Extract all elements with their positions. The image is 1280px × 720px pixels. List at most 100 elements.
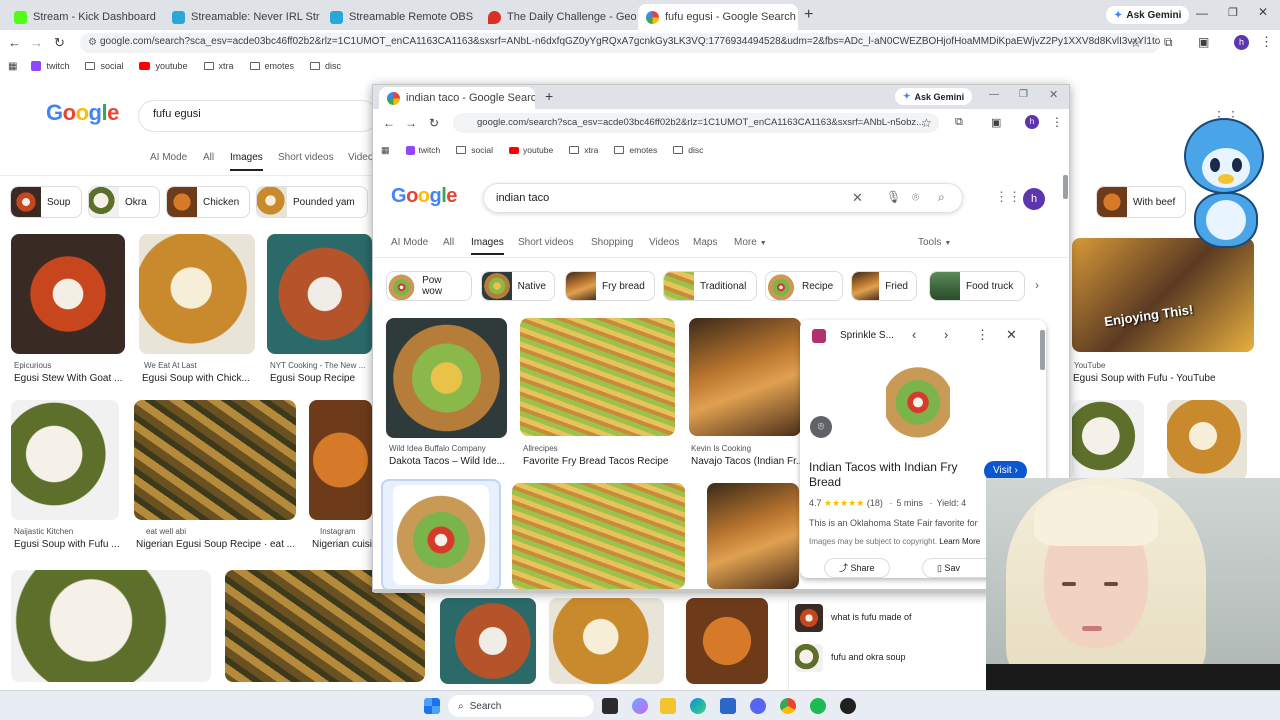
ask-gemini-button[interactable]: ✦ Ask Gemini xyxy=(895,88,973,105)
site-info-icon[interactable]: ⚙ xyxy=(88,37,97,48)
result-video-thumbnail[interactable]: Enjoying This! xyxy=(1072,238,1254,352)
task-view-icon[interactable] xyxy=(602,698,618,714)
nav-maps[interactable]: Maps xyxy=(693,237,717,248)
close-icon[interactable]: ✕ xyxy=(473,10,478,24)
vertical-scrollbar[interactable] xyxy=(1063,175,1068,199)
forward-icon[interactable]: → xyxy=(405,116,417,130)
tab-indian-taco[interactable]: indian taco - Google Search ✕ xyxy=(379,87,535,109)
close-window-button[interactable]: ✕ xyxy=(1258,5,1268,19)
close-icon[interactable]: ✕ xyxy=(156,10,163,24)
chip-soup[interactable]: Soup xyxy=(10,186,82,218)
result-image[interactable] xyxy=(11,234,125,354)
google-logo[interactable]: Google xyxy=(391,185,457,208)
result-caption[interactable]: Navajo Tacos (Indian Fr... xyxy=(691,456,801,467)
related-search-item[interactable]: what is fufu made of xyxy=(831,612,912,622)
lens-icon[interactable]: ⌾ xyxy=(912,190,919,205)
result-caption[interactable]: Egusi Stew With Goat ... xyxy=(14,373,126,384)
sidepanel-icon[interactable]: ▣ xyxy=(1198,35,1209,49)
chip-fry-bread[interactable]: Fry bread xyxy=(565,271,655,301)
nav-images[interactable]: Images xyxy=(471,237,504,255)
result-caption[interactable]: Egusi Soup with Chick... xyxy=(142,373,254,384)
tools-button[interactable]: Tools ▼ xyxy=(918,237,951,248)
nav-ai-mode[interactable]: AI Mode xyxy=(391,237,428,248)
result-image[interactable] xyxy=(309,400,372,520)
result-caption[interactable]: Egusi Soup Recipe xyxy=(270,373,370,384)
new-tab-button[interactable]: + xyxy=(545,88,553,104)
result-image[interactable] xyxy=(686,598,768,684)
related-search-item[interactable]: fufu and okra soup xyxy=(831,652,906,662)
result-caption[interactable]: Favorite Fry Bread Tacos Recipe xyxy=(523,456,678,467)
tab-fufu-egusi[interactable]: fufu egusi - Google Search ✕ xyxy=(638,4,798,30)
result-caption[interactable]: Nigerian cuisin xyxy=(312,539,372,550)
taskbar-search[interactable]: ⌕ Search xyxy=(448,695,594,717)
result-image[interactable] xyxy=(512,483,685,589)
nav-all[interactable]: All xyxy=(203,152,214,163)
bookmark-xtra[interactable]: xtra xyxy=(569,145,598,155)
profile-avatar[interactable]: h xyxy=(1025,115,1039,129)
minimize-button[interactable]: — xyxy=(1196,6,1208,20)
result-image[interactable] xyxy=(549,598,664,684)
reload-icon[interactable]: ↻ xyxy=(429,116,439,130)
result-image[interactable] xyxy=(440,598,536,684)
restore-button[interactable]: ❐ xyxy=(1228,6,1238,19)
nav-more[interactable]: More ▼ xyxy=(734,237,767,248)
nav-images[interactable]: Images xyxy=(230,152,263,171)
result-caption[interactable]: Dakota Tacos – Wild Ide... xyxy=(389,456,507,467)
tab-streamable-obs[interactable]: Streamable Remote OBS ✕ xyxy=(322,4,478,30)
search-input[interactable]: fufu egusi xyxy=(138,100,378,132)
bookmark-youtube[interactable]: youtube xyxy=(139,61,188,71)
menu-icon[interactable]: ⋮ xyxy=(1051,115,1063,129)
chip-pounded-yam[interactable]: Pounded yam xyxy=(256,186,368,218)
chevron-right-icon[interactable]: › xyxy=(944,327,948,342)
chip-fried[interactable]: Fried xyxy=(851,271,917,301)
forward-icon[interactable]: → xyxy=(30,35,43,50)
more-options-icon[interactable]: ⋮ xyxy=(976,327,989,343)
result-image[interactable] xyxy=(134,400,296,520)
chip-food-truck[interactable]: Food truck xyxy=(929,271,1025,301)
chip-chicken[interactable]: Chicken xyxy=(166,186,250,218)
search-input[interactable]: indian taco ✕ 🎙 ⌾ ⌕ xyxy=(483,183,963,213)
chevron-right-icon[interactable]: › xyxy=(1035,278,1039,292)
search-icon[interactable]: ⌕ xyxy=(938,190,945,205)
chrome-icon[interactable] xyxy=(780,698,796,714)
share-button[interactable]: ⤴ Share xyxy=(824,558,890,578)
extensions-icon[interactable]: ⧉ xyxy=(955,116,963,129)
bookmark-disc[interactable]: disc xyxy=(673,145,703,155)
reload-icon[interactable]: ↻ xyxy=(54,35,65,51)
nav-videos[interactable]: Videos xyxy=(649,237,679,248)
minimize-button[interactable]: — xyxy=(989,89,999,100)
apps-grid-icon[interactable]: ▦ xyxy=(8,61,17,72)
panel-preview-image[interactable] xyxy=(886,354,950,442)
store-icon[interactable] xyxy=(720,698,736,714)
sidepanel-icon[interactable]: ▣ xyxy=(991,116,1001,129)
bookmark-youtube[interactable]: youtube xyxy=(508,145,553,155)
result-image[interactable] xyxy=(267,234,372,354)
bookmark-disc[interactable]: disc xyxy=(310,61,341,71)
chip-okra[interactable]: Okra xyxy=(88,186,160,218)
google-logo[interactable]: Google xyxy=(46,100,119,126)
bookmark-social[interactable]: social xyxy=(456,145,493,155)
nav-short-videos[interactable]: Short videos xyxy=(518,237,574,248)
file-explorer-icon[interactable] xyxy=(660,698,676,714)
nav-all[interactable]: All xyxy=(443,237,454,248)
result-caption[interactable]: Egusi Soup with Fufu - YouTube xyxy=(1073,373,1263,384)
horizontal-scrollbar[interactable] xyxy=(373,589,993,593)
result-caption[interactable]: Nigerian Egusi Soup Recipe · eat ... xyxy=(136,539,296,550)
windows-start-icon[interactable] xyxy=(424,698,440,714)
address-bar[interactable]: google.com/search?sca_esv=acde03bc46ff02… xyxy=(80,33,1160,53)
bookmark-twitch[interactable]: twitch xyxy=(31,61,69,71)
chip-native[interactable]: Native xyxy=(481,271,555,301)
result-image[interactable] xyxy=(386,318,507,438)
restore-button[interactable]: ❐ xyxy=(1019,89,1028,100)
result-image[interactable] xyxy=(1072,400,1144,480)
obs-icon[interactable] xyxy=(840,698,856,714)
result-image[interactable] xyxy=(139,234,255,354)
tab-geoguessr[interactable]: The Daily Challenge - GeoGues ✕ xyxy=(480,4,636,30)
menu-icon[interactable]: ⋮ xyxy=(1260,34,1273,50)
result-image[interactable] xyxy=(707,483,799,589)
profile-avatar[interactable]: h xyxy=(1234,35,1249,50)
address-bar[interactable]: google.com/search?sca_esv=acde03bc46ff02… xyxy=(453,113,939,133)
new-tab-button[interactable]: + xyxy=(804,6,813,24)
profile-avatar[interactable]: h xyxy=(1023,188,1045,210)
nav-short-videos[interactable]: Short videos xyxy=(278,152,334,163)
